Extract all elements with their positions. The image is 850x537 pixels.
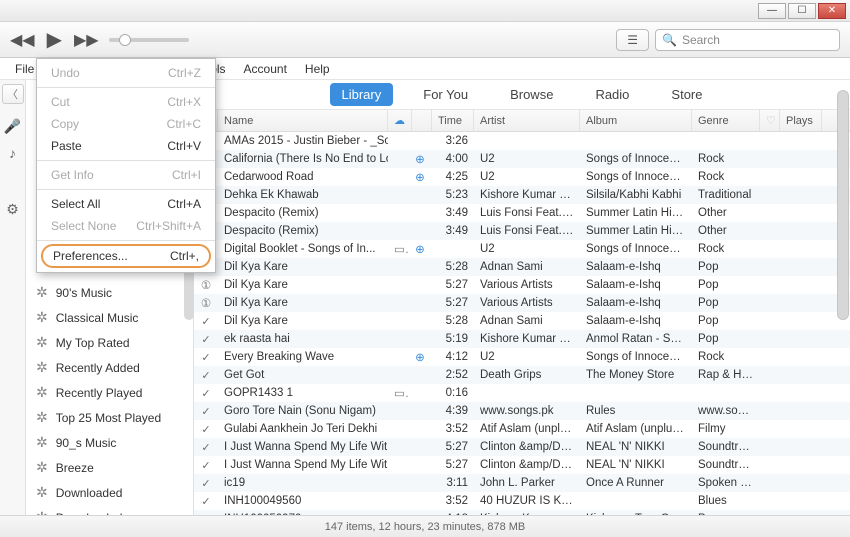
search-input[interactable]: 🔍 Search xyxy=(655,29,840,51)
menuitem-undo: UndoCtrl+Z xyxy=(37,62,215,84)
playlist-gear-icon: ✲ xyxy=(36,484,48,501)
main-scrollbar[interactable] xyxy=(837,90,849,320)
song-row[interactable]: Get Got2:52Death GripsThe Money StoreRap… xyxy=(194,366,850,384)
menu-help[interactable]: Help xyxy=(296,58,339,79)
song-row[interactable]: Digital Booklet - Songs of In...▭⊕U2Song… xyxy=(194,240,850,258)
col-genre[interactable]: Genre xyxy=(692,110,760,131)
col-artist[interactable]: Artist xyxy=(474,110,580,131)
menu-account[interactable]: Account xyxy=(235,58,296,79)
back-button[interactable]: 〈 xyxy=(2,84,24,104)
next-track-icon[interactable]: ▶▶ xyxy=(74,30,99,50)
nav-tabs: Library For You Browse Radio Store xyxy=(194,80,850,110)
song-row[interactable]: Dil Kya Kare5:28Adnan SamiSalaam-e-IshqP… xyxy=(194,312,850,330)
playlist-gear-icon: ✲ xyxy=(36,334,48,351)
menuitem-select-all[interactable]: Select AllCtrl+A xyxy=(37,193,215,215)
song-row[interactable]: I Just Wanna Spend My Life With...5:27Cl… xyxy=(194,456,850,474)
song-row[interactable]: California (There Is No End to Lo...⊕4:0… xyxy=(194,150,850,168)
col-name[interactable]: Name xyxy=(218,110,388,131)
menuitem-cut: CutCtrl+X xyxy=(37,91,215,113)
volume-slider[interactable] xyxy=(109,38,189,42)
song-row[interactable]: INH1000509704:18Kishore KumarKishore - T… xyxy=(194,510,850,515)
menuitem-paste[interactable]: PasteCtrl+V xyxy=(37,135,215,157)
search-icon: 🔍 xyxy=(662,33,677,47)
col-plays[interactable]: Plays xyxy=(780,110,822,131)
playlist-gear-icon: ✲ xyxy=(36,434,48,451)
main-panel: Library For You Browse Radio Store ✓ Name ☁ … xyxy=(194,80,850,515)
tab-for-you[interactable]: For You xyxy=(411,83,480,106)
song-row[interactable]: INH1000495603:5240 HUZUR IS KADARBlues xyxy=(194,492,850,510)
playlist-gear-icon: ✲ xyxy=(36,384,48,401)
playlist-gear-icon: ✲ xyxy=(36,309,48,326)
col-cloud-icon[interactable]: ☁ xyxy=(388,110,412,131)
song-row[interactable]: Goro Tore Nain (Sonu Nigam)4:39www.songs… xyxy=(194,402,850,420)
music-note-icon[interactable]: 🎤 xyxy=(4,118,21,135)
sidebar-item[interactable]: ✲Downloaded xyxy=(26,480,193,505)
song-row[interactable]: Cedarwood Road⊕4:25U2Songs of InnocenceR… xyxy=(194,168,850,186)
song-list: AMAs 2015 - Justin Bieber - _Sor...3:26C… xyxy=(194,132,850,515)
playlist-gear-icon: ✲ xyxy=(36,284,48,301)
col-album[interactable]: Album xyxy=(580,110,692,131)
song-row[interactable]: Dehka Ek Khawab5:23Kishore Kumar & ...Si… xyxy=(194,186,850,204)
mini-sidebar: 〈 🎤 ♪ ⚙ xyxy=(0,80,26,515)
sidebar-item[interactable]: ✲Breeze xyxy=(26,455,193,480)
window-maximize-button[interactable]: ☐ xyxy=(788,3,816,19)
song-row[interactable]: ①Dil Kya Kare5:27Various ArtistsSalaam-e… xyxy=(194,276,850,294)
menuitem-select-none: Select NoneCtrl+Shift+A xyxy=(37,215,215,237)
col-heart-icon[interactable]: ♡ xyxy=(760,110,780,131)
sidebar-item[interactable]: ✲My Top Rated xyxy=(26,330,193,355)
window-titlebar: — ☐ ✕ xyxy=(0,0,850,22)
song-row[interactable]: Gulabi Aankhein Jo Teri Dekhi3:52Atif As… xyxy=(194,420,850,438)
song-row[interactable]: AMAs 2015 - Justin Bieber - _Sor...3:26 xyxy=(194,132,850,150)
song-row[interactable]: ek raasta hai5:19Kishore Kumar & L...Anm… xyxy=(194,330,850,348)
tab-library[interactable]: Library xyxy=(330,83,394,106)
play-icon[interactable]: ▶ xyxy=(47,27,62,52)
search-placeholder: Search xyxy=(682,33,720,47)
song-row[interactable]: Despacito (Remix)3:49Luis Fonsi Feat. Da… xyxy=(194,222,850,240)
song-row[interactable]: I Just Wanna Spend My Life With...5:27Cl… xyxy=(194,438,850,456)
col-time[interactable]: Time xyxy=(432,110,474,131)
menuitem-get-info: Get InfoCtrl+I xyxy=(37,164,215,186)
playlist-gear-icon: ✲ xyxy=(36,359,48,376)
playback-controls: ◀◀ ▶ ▶▶ xyxy=(10,27,99,52)
playlist-gear-icon: ✲ xyxy=(36,409,48,426)
player-toolbar: ◀◀ ▶ ▶▶ ☰ 🔍 Search xyxy=(0,22,850,58)
song-row[interactable]: Every Breaking Wave⊕4:12U2Songs of Innoc… xyxy=(194,348,850,366)
gear-icon[interactable]: ⚙ xyxy=(6,201,19,218)
note-icon[interactable]: ♪ xyxy=(9,145,16,161)
song-row[interactable]: Despacito (Remix)3:49Luis Fonsi Feat. Da… xyxy=(194,204,850,222)
playlist-gear-icon: ✲ xyxy=(36,459,48,476)
tab-browse[interactable]: Browse xyxy=(498,83,565,106)
sidebar-item[interactable]: ✲90_s Music xyxy=(26,430,193,455)
prev-track-icon[interactable]: ◀◀ xyxy=(10,30,35,50)
sidebar-item[interactable]: ✲Recently Added xyxy=(26,355,193,380)
window-close-button[interactable]: ✕ xyxy=(818,3,846,19)
tab-store[interactable]: Store xyxy=(659,83,714,106)
sidebar-item[interactable]: ✲Top 25 Most Played xyxy=(26,405,193,430)
column-headers: ✓ Name ☁ Time Artist Album Genre ♡ Plays xyxy=(194,110,850,132)
playlist-gear-icon: ✲ xyxy=(36,509,48,515)
sidebar-item[interactable]: ✲90's Music xyxy=(26,280,193,305)
song-row[interactable]: GOPR1433 1▭0:16 xyxy=(194,384,850,402)
status-bar: 147 items, 12 hours, 23 minutes, 878 MB xyxy=(0,515,850,537)
menuitem-preferences-[interactable]: Preferences...Ctrl+, xyxy=(41,244,211,268)
tab-radio[interactable]: Radio xyxy=(583,83,641,106)
menuitem-copy: CopyCtrl+C xyxy=(37,113,215,135)
song-row[interactable]: ic193:11John L. ParkerOnce A RunnerSpoke… xyxy=(194,474,850,492)
edit-menu-dropdown: UndoCtrl+Z CutCtrl+XCopyCtrl+CPasteCtrl+V… xyxy=(36,58,216,273)
song-row[interactable]: ①Dil Kya Kare5:27Various ArtistsSalaam-e… xyxy=(194,294,850,312)
song-row[interactable]: Dil Kya Kare5:28Adnan SamiSalaam-e-IshqP… xyxy=(194,258,850,276)
window-minimize-button[interactable]: — xyxy=(758,3,786,19)
sidebar-item[interactable]: ✲Classical Music xyxy=(26,305,193,330)
list-view-button[interactable]: ☰ xyxy=(616,29,649,51)
sidebar-item[interactable]: ✲Recently Played xyxy=(26,380,193,405)
sidebar-item[interactable]: ✲Downloaded xyxy=(26,505,193,515)
